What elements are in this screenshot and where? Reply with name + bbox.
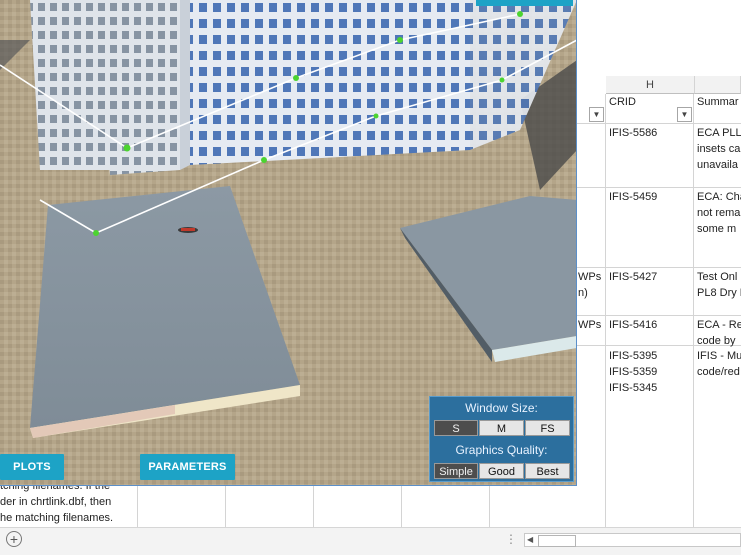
settings-panel: Window Size: S M FS Graphics Quality: Si… (429, 396, 574, 482)
plots-button[interactable]: PLOTS (0, 454, 64, 480)
waypoint-marker (93, 230, 99, 236)
window-size-selector: S M FS (434, 420, 570, 436)
cell-summary-1[interactable]: ECA PLL - insets ca unavaila (697, 125, 741, 173)
size-option-m[interactable]: M (479, 420, 524, 436)
cell-summary-4[interactable]: ECA - Re code by (697, 317, 741, 349)
quality-option-good[interactable]: Good (479, 463, 524, 479)
cell-summary-2[interactable]: ECA: Cha not rema some m (697, 189, 741, 237)
waypoint-marker (517, 11, 523, 17)
column-header-h[interactable]: H (606, 76, 695, 94)
building-edge (180, 0, 190, 170)
cell-summary-5[interactable]: IFIS - Mu code/red (697, 348, 741, 380)
size-option-s[interactable]: S (434, 420, 478, 436)
quality-option-simple[interactable]: Simple (434, 463, 478, 479)
filter-dropdown-icon[interactable]: ▼ (677, 107, 692, 122)
drone-icon (178, 227, 198, 233)
cell-crid-4[interactable]: IFIS-5416 (609, 317, 657, 333)
cell-crid-3[interactable]: IFIS-5427 (609, 269, 657, 285)
building-center (180, 0, 470, 165)
cell-crid-1[interactable]: IFIS-5586 (609, 125, 657, 141)
graphics-quality-selector: Simple Good Best (434, 463, 570, 479)
scrollbar-thumb[interactable] (538, 535, 576, 547)
header-summary[interactable]: Summar (697, 94, 739, 110)
scroll-left-icon[interactable]: ◀ (527, 535, 533, 544)
filter-dropdown-icon[interactable]: ▼ (589, 107, 604, 122)
waypoint-marker (397, 37, 403, 43)
window-size-label: Window Size: (465, 401, 538, 415)
cell-prefix-4[interactable]: WPs (578, 317, 601, 333)
horizontal-scrollbar[interactable]: ◀ (524, 533, 741, 547)
cell-prefix-3[interactable]: WPs n) (578, 269, 601, 301)
header-crid[interactable]: CRID (609, 94, 636, 110)
waypoint-marker (123, 144, 131, 152)
column-header-i[interactable] (695, 76, 741, 94)
cell-crid-2[interactable]: IFIS-5459 (609, 189, 657, 205)
more-options-icon[interactable]: ⋮ (505, 532, 517, 546)
waypoint-marker (373, 113, 379, 119)
quality-option-best[interactable]: Best (525, 463, 570, 479)
waypoint-marker (499, 77, 505, 83)
simulator-window[interactable]: PLOTS PARAMETERS Window Size: S M FS Gra… (0, 0, 577, 486)
cell-summary-3[interactable]: Test Onl PL8 Dry R (697, 269, 741, 301)
waypoint-marker (261, 157, 267, 163)
window-title-stub (476, 0, 573, 6)
waypoint-marker (293, 75, 299, 81)
parameters-button[interactable]: PARAMETERS (140, 454, 235, 480)
size-option-fs[interactable]: FS (525, 420, 570, 436)
plus-circle-icon[interactable]: + (6, 531, 22, 547)
cell-crid-5[interactable]: IFIS-5395 IFIS-5359 IFIS-5345 (609, 348, 657, 396)
graphics-quality-label: Graphics Quality: (455, 443, 548, 457)
